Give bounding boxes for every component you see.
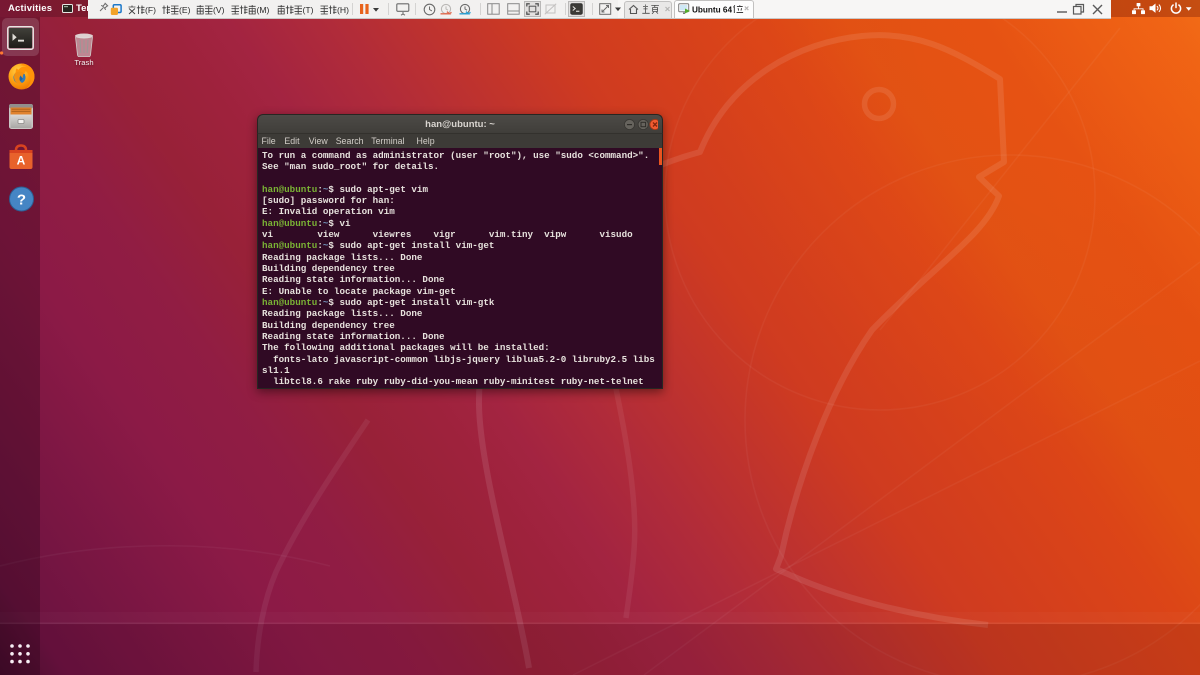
svg-text:(V): (V): [213, 5, 225, 15]
svg-text:A: A: [17, 154, 26, 168]
svg-text:?: ?: [17, 192, 26, 209]
svg-text:Ubuntu 64: Ubuntu 64: [692, 6, 732, 15]
svg-text:(M): (M): [257, 5, 270, 15]
svg-text:(T): (T): [303, 5, 314, 15]
svg-text:(F): (F): [145, 5, 156, 15]
svg-text:(E): (E): [179, 5, 191, 15]
svg-text:(H): (H): [337, 5, 349, 15]
